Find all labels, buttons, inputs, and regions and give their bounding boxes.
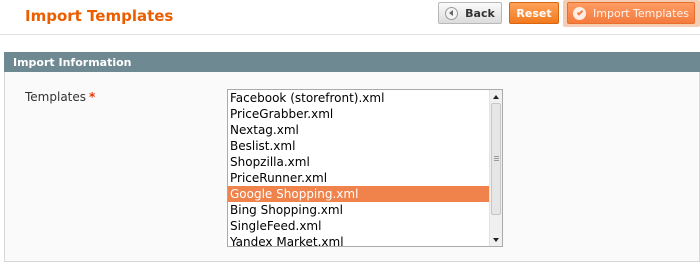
template-option[interactable]: PriceGrabber.xml [228, 106, 490, 122]
listbox-scrollbar[interactable] [489, 90, 502, 246]
import-templates-button-label: Import Templates [593, 6, 689, 20]
required-marker: * [89, 90, 96, 104]
templates-label-text: Templates [25, 90, 87, 104]
back-button[interactable]: Back [438, 2, 502, 24]
scrollbar-thumb[interactable] [491, 103, 501, 215]
scroll-down-arrow-icon[interactable] [490, 233, 502, 246]
template-option[interactable]: PriceRunner.xml [228, 170, 490, 186]
page-title: Import Templates [25, 7, 174, 25]
reset-button[interactable]: Reset [509, 2, 559, 24]
template-option[interactable]: Facebook (storefront).xml [228, 90, 490, 106]
page-header: Import Templates Back Reset Import Templ… [0, 0, 700, 34]
checkmark-icon [573, 6, 587, 20]
scroll-up-arrow-icon[interactable] [490, 90, 502, 103]
reset-button-label: Reset [516, 6, 552, 20]
templates-field-label: Templates * [25, 90, 95, 104]
back-arrow-icon [445, 6, 459, 20]
templates-multiselect[interactable]: Facebook (storefront).xml PriceGrabber.xm… [227, 89, 503, 247]
template-option[interactable]: Beslist.xml [228, 138, 490, 154]
template-option[interactable]: Bing Shopping.xml [228, 202, 490, 218]
template-option[interactable]: Google Shopping.xml [228, 186, 490, 202]
fieldset-legend: Import Information [4, 52, 700, 72]
template-option[interactable]: Shopzilla.xml [228, 154, 490, 170]
template-option[interactable]: SingleFeed.xml [228, 218, 490, 234]
template-option[interactable]: Nextag.xml [228, 122, 490, 138]
template-option[interactable]: Yandex Market.xml [228, 234, 490, 246]
back-button-label: Back [465, 6, 495, 20]
templates-option-list: Facebook (storefront).xml PriceGrabber.xm… [228, 90, 502, 246]
header-divider [0, 34, 700, 35]
import-templates-button[interactable]: Import Templates [567, 2, 695, 24]
